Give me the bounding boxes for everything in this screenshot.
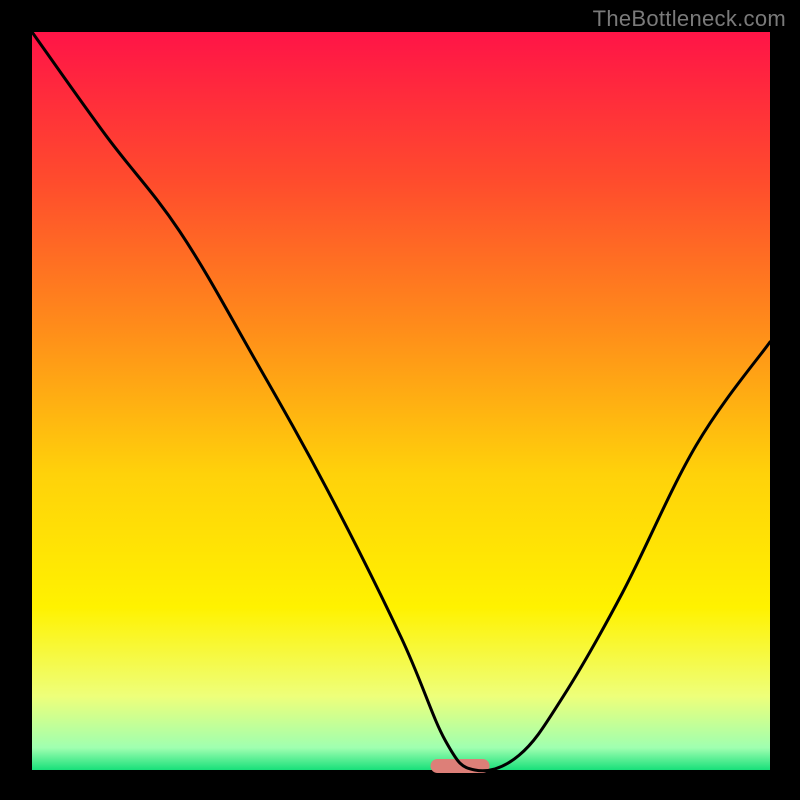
chart-container: TheBottleneck.com: [0, 0, 800, 800]
bottleneck-chart: [0, 0, 800, 800]
watermark-label: TheBottleneck.com: [593, 6, 786, 32]
plot-background: [32, 32, 770, 770]
